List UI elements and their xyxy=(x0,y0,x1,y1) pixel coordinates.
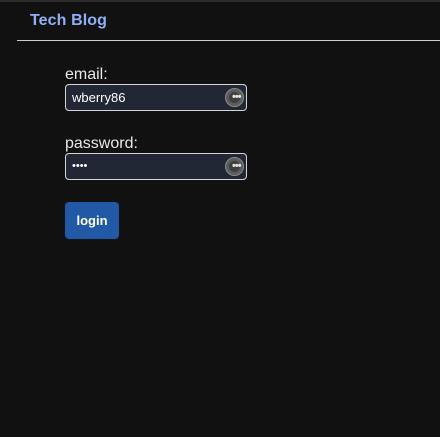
autofill-icon[interactable]: ••• xyxy=(225,88,244,107)
email-field[interactable] xyxy=(65,84,247,111)
password-field[interactable] xyxy=(65,153,247,180)
password-masked-value: •••• xyxy=(72,160,88,172)
password-block: password: •••• ••• xyxy=(65,135,265,180)
login-form: email: ••• password: •••• ••• login xyxy=(65,66,265,239)
email-label: email: xyxy=(65,66,108,83)
password-label: password: xyxy=(65,135,138,152)
autofill-icon[interactable]: ••• xyxy=(225,157,244,176)
password-field-wrapper: •••• ••• xyxy=(65,153,247,180)
email-field-wrapper: ••• xyxy=(65,84,247,111)
login-button[interactable]: login xyxy=(65,202,119,239)
site-header: Tech Blog xyxy=(17,2,440,41)
brand-link[interactable]: Tech Blog xyxy=(30,12,107,30)
